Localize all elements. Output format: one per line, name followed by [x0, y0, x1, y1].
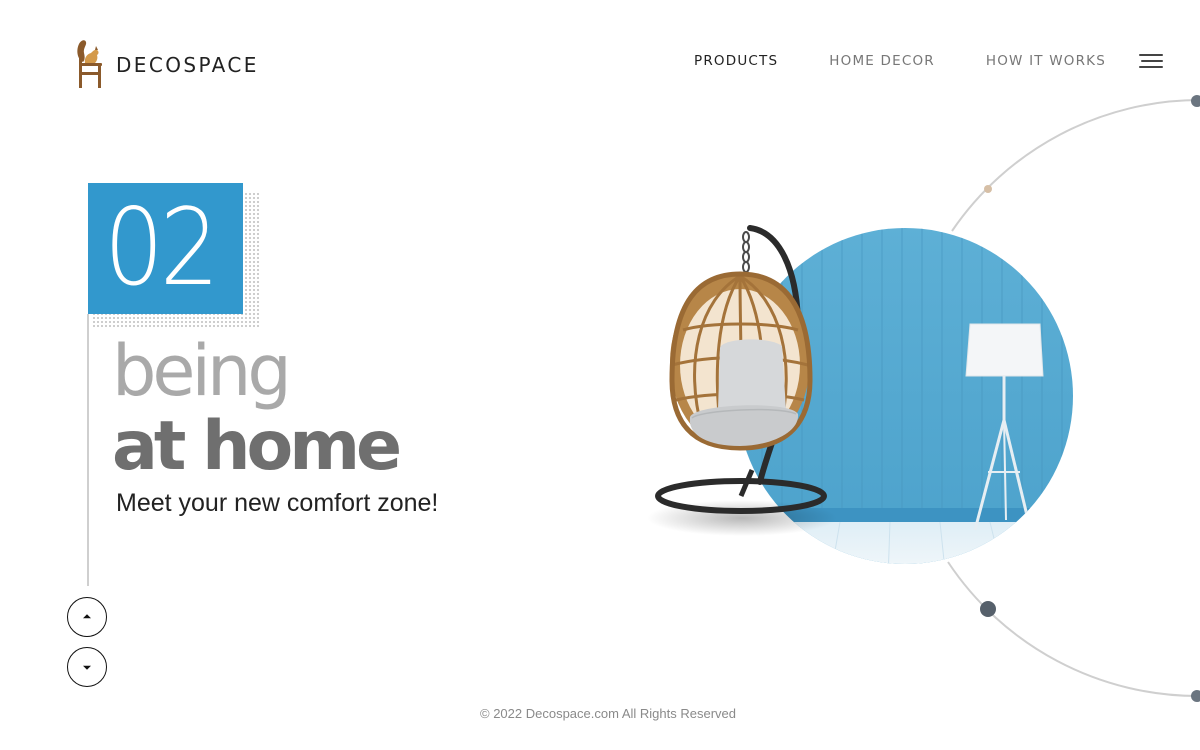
footer-copyright: © 2022 Decospace.com All Rights Reserved — [480, 706, 736, 721]
room-circle — [737, 228, 1073, 564]
caret-up-icon — [83, 614, 91, 619]
squirrel-on-chair-icon — [77, 40, 102, 88]
floor-lamp-illustration — [965, 323, 1044, 531]
logo[interactable]: DECOSPACE — [74, 38, 259, 88]
hamburger-menu-icon[interactable] — [1139, 53, 1163, 69]
slide-number-badge: 02 — [88, 183, 243, 314]
page: DECOSPACE PRODUCTS HOME DECOR HOW IT WOR… — [0, 0, 1200, 750]
vertical-divider — [87, 314, 89, 586]
nav-home-decor[interactable]: HOME DECOR — [829, 53, 935, 69]
decorative-arc — [951, 99, 1200, 232]
nav-products[interactable]: PRODUCTS — [694, 53, 778, 69]
main-nav: PRODUCTS HOME DECOR HOW IT WORKS — [694, 53, 1106, 69]
arc-dot-mid — [980, 601, 996, 617]
slide-up-button[interactable] — [67, 597, 107, 637]
slide-down-button[interactable] — [67, 647, 107, 687]
brand-name: DECOSPACE — [116, 53, 259, 77]
arc-dot-top — [1191, 95, 1200, 107]
slide-number: 02 — [104, 186, 220, 311]
hanging-egg-chair-illustration — [655, 225, 827, 514]
arc-dot-small — [984, 185, 992, 193]
arc-dot-bottom — [1191, 690, 1200, 702]
nav-how-it-works[interactable]: HOW IT WORKS — [986, 53, 1106, 69]
caret-down-icon — [83, 665, 91, 670]
tagline: Meet your new comfort zone! — [116, 489, 439, 517]
headline-bold: at home — [112, 407, 402, 486]
